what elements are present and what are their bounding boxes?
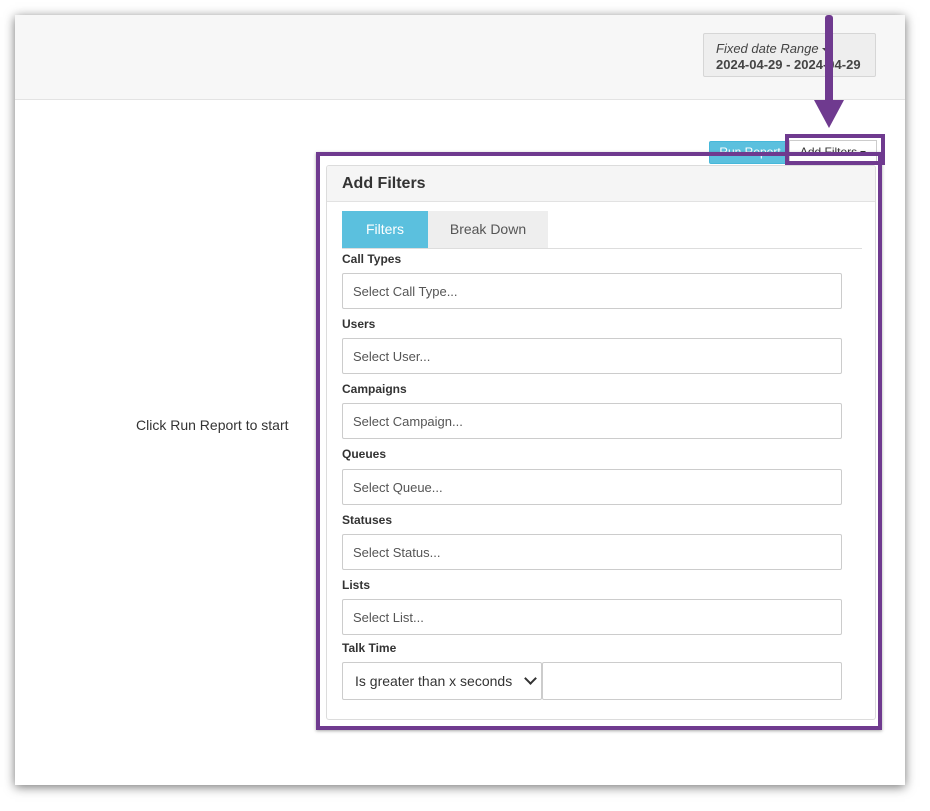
arrow-down-icon xyxy=(825,15,833,105)
date-range-label: Fixed date Range xyxy=(716,41,875,56)
run-report-hint: Click Run Report to start xyxy=(136,417,289,433)
add-filters-highlight-box xyxy=(785,134,885,165)
arrow-head-icon xyxy=(814,100,844,128)
top-bar: Fixed date Range 2024-04-29 - 2024-04-29 xyxy=(15,15,905,100)
date-range-picker[interactable]: Fixed date Range 2024-04-29 - 2024-04-29 xyxy=(703,33,876,77)
date-range-value: 2024-04-29 - 2024-04-29 xyxy=(716,57,861,72)
panel-highlight-box xyxy=(316,152,882,730)
